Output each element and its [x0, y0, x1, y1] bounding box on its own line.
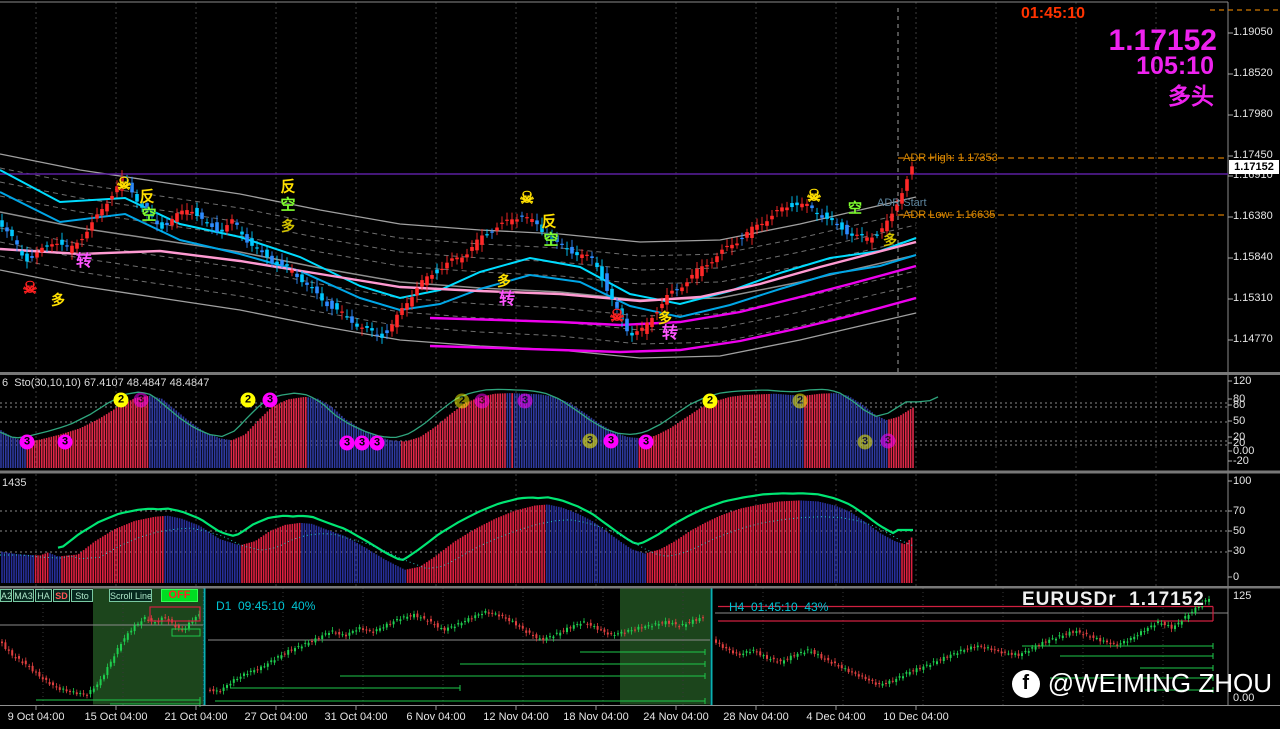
price-axis-label: 1.17980 — [1233, 108, 1273, 120]
signal-badge-3: 3 — [582, 433, 598, 449]
signal-badge-3: 3 — [474, 393, 490, 409]
button-off[interactable]: OFF — [161, 589, 198, 602]
price-axis-label: 1.15310 — [1233, 292, 1273, 304]
signal-badge-2: 2 — [113, 392, 129, 408]
signal-badge-2: 2 — [702, 393, 718, 409]
cjk-annotation: 转 — [661, 325, 679, 342]
skull-icon: ☠ — [519, 188, 535, 208]
adr-low-label: ADR Low: 1.16635 — [903, 209, 996, 221]
cjk-annotation: 反 — [139, 188, 155, 206]
stoch-axis-label: 120 — [1233, 375, 1252, 387]
skull-icon: ☠ — [116, 174, 132, 194]
price-axis-label: 1.14770 — [1233, 333, 1273, 345]
signal-badge-3: 3 — [369, 435, 385, 451]
h4-timeframe-label: H4 01:45:10 43% — [729, 600, 829, 614]
stochastic-label: 6 Sto(30,10,10) 67.4107 48.4847 48.4847 — [2, 377, 210, 389]
signal-badge-3: 3 — [638, 434, 654, 450]
signal-badge-3: 3 — [133, 392, 149, 408]
signal-badge-3: 3 — [354, 435, 370, 451]
button-ha[interactable]: HA — [35, 589, 52, 602]
skull-icon: ☠ — [609, 306, 625, 326]
button-scroll-line[interactable]: Scroll Line — [109, 589, 152, 602]
stoch-axis-label: -20 — [1233, 455, 1249, 467]
osc-axis-label: 50 — [1233, 525, 1246, 537]
cjk-annotation: 反 — [280, 178, 296, 196]
time-axis-label: 9 Oct 04:00 — [7, 711, 65, 723]
price-axis-label: 1.19050 — [1233, 26, 1273, 38]
time-axis-label: 24 Nov 04:00 — [643, 711, 709, 723]
button-sd[interactable]: SD — [53, 589, 70, 602]
chart-canvas — [0, 1, 1280, 710]
time-axis-label: 15 Oct 04:00 — [84, 711, 148, 723]
time-axis-label: 10 Dec 04:00 — [883, 711, 949, 723]
signal-badge-3: 3 — [57, 434, 73, 450]
facebook-icon: f — [1011, 669, 1040, 698]
stoch-axis-label: 80 — [1233, 399, 1246, 411]
skull-icon: ☠ — [806, 186, 822, 206]
cjk-annotation: 转 — [75, 253, 93, 270]
oscillator-panel — [0, 474, 1228, 586]
time-axis-label: 21 Oct 04:00 — [164, 711, 228, 723]
button-a2[interactable]: A2 — [0, 589, 12, 602]
signal-badge-2: 2 — [792, 393, 808, 409]
cjk-annotation: 多 — [658, 310, 672, 326]
cjk-annotation: 空 — [141, 206, 157, 224]
cjk-annotation: 多 — [497, 273, 511, 289]
cjk-annotation: 转 — [498, 291, 516, 308]
oscillator-label: 1435 — [2, 477, 27, 489]
skull-icon: ☠ — [22, 278, 38, 298]
signal-badge-2: 2 — [454, 393, 470, 409]
signal-badge-3: 3 — [857, 434, 873, 450]
osc-axis-label: 70 — [1233, 505, 1246, 517]
price-axis-label: 1.18520 — [1233, 67, 1273, 79]
cjk-annotation: 空 — [543, 231, 559, 249]
watermark-text: @WEIMING ZHOU — [1047, 668, 1272, 698]
button-ma3[interactable]: MA3 — [13, 589, 34, 602]
signal-badge-3: 3 — [880, 433, 896, 449]
stoch-axis-label: 50 — [1233, 415, 1246, 427]
cjk-annotation: 多 — [51, 292, 65, 308]
mini-axis-top-label: 125 — [1233, 590, 1252, 602]
signal-badge-3: 3 — [339, 435, 355, 451]
watermark: f @WEIMING ZHOU — [1011, 668, 1272, 699]
cjk-annotation: 多 — [281, 218, 295, 234]
cjk-annotation: 反 — [541, 213, 557, 231]
time-axis-label: 6 Nov 04:00 — [406, 711, 466, 723]
signal-badge-3: 3 — [19, 434, 35, 450]
cjk-annotation: 多 — [883, 232, 897, 248]
osc-axis-label: 100 — [1233, 475, 1252, 487]
signal-badge-3: 3 — [262, 392, 278, 408]
time-axis-label: 27 Oct 04:00 — [244, 711, 308, 723]
current-price-tag: 1.17152 — [1229, 160, 1279, 174]
signal-badge-3: 3 — [517, 393, 533, 409]
osc-axis-label: 0 — [1233, 571, 1240, 583]
button-sto[interactable]: Sto — [71, 589, 93, 602]
time-axis-label: 12 Nov 04:00 — [483, 711, 549, 723]
price-axis-label: 1.16380 — [1233, 210, 1273, 222]
price-axis-label: 1.15840 — [1233, 251, 1273, 263]
cjk-annotation: 空 — [848, 200, 862, 216]
stochastic-panel — [0, 376, 1228, 470]
time-axis-label: 31 Oct 04:00 — [324, 711, 388, 723]
trading-app-window: 01:45:10 1.17152 105:10 多头 1.19050 1.1852… — [0, 0, 1280, 729]
sentiment-label: 多头 — [1168, 83, 1214, 109]
time-axis-label: 18 Nov 04:00 — [563, 711, 629, 723]
adr-start-label: ADR Start — [877, 197, 927, 209]
time-axis-label: 28 Nov 04:00 — [723, 711, 789, 723]
signal-badge-3: 3 — [603, 433, 619, 449]
adr-high-label: ADR High: 1.17353 — [903, 152, 998, 164]
time-axis-label: 4 Dec 04:00 — [806, 711, 866, 723]
d1-timeframe-label: D1 09:45:10 40% — [216, 599, 316, 613]
symbol-price-label: EURUSDr 1.17152 — [1022, 589, 1205, 610]
osc-axis-label: 30 — [1233, 545, 1246, 557]
signal-badge-2: 2 — [240, 392, 256, 408]
cjk-annotation: 空 — [280, 196, 296, 214]
session-timer: 01:45:10 — [1020, 5, 1085, 22]
